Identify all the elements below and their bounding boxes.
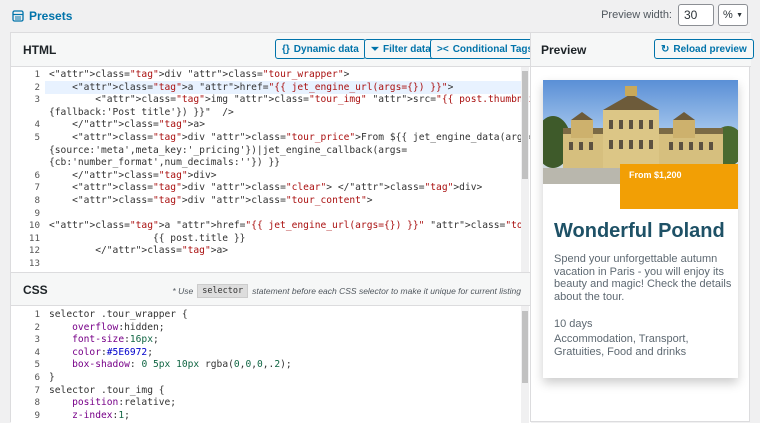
code-line: overflow:hidden;: [72, 321, 165, 333]
html-section-header: HTML {} Dynamic data ⏷ Filter data >< Co…: [11, 33, 541, 67]
code-line: selector .tour_wrapper {: [49, 309, 188, 320]
braces-icon: {}: [282, 43, 290, 55]
shortcode-icon: ><: [437, 43, 449, 55]
note-prefix: * Use: [172, 286, 194, 296]
line-number: 5: [34, 132, 40, 143]
line-number: 6: [34, 372, 40, 383]
css-scrollbar-thumb[interactable]: [522, 311, 528, 383]
code-line: selector .tour_img {: [49, 384, 165, 396]
preview-width-unit-value: %: [723, 9, 733, 21]
line-number: 5: [34, 359, 40, 371]
line-number: 1: [34, 69, 40, 80]
chevron-down-icon: ▼: [736, 11, 743, 19]
css-line-numbers: 123456789: [11, 306, 45, 423]
code-line: {cb:'number_format',num_decimals:''}) }}: [49, 157, 281, 169]
code-line: }: [49, 372, 55, 383]
line-number: 4: [34, 346, 40, 358]
line-number: 2: [34, 321, 40, 333]
code-line: </"attr">class="tag">a>: [49, 245, 229, 257]
preview-panel: Preview ↻ Reload preview From $1,200 Won…: [530, 32, 754, 422]
preview-width-unit-select[interactable]: % ▼: [718, 4, 748, 26]
code-line: {{ post.title }}: [49, 232, 246, 244]
code-line: </"attr">class="tag">a>: [49, 119, 205, 131]
code-line: z-index:1;: [72, 409, 130, 421]
reload-preview-button[interactable]: ↻ Reload preview: [654, 39, 754, 59]
presets-label: Presets: [29, 9, 73, 23]
code-line: <"attr">class="tag">div "attr">class="to…: [49, 195, 373, 206]
line-number: 12: [28, 245, 40, 257]
dynamic-data-label: Dynamic data: [293, 43, 359, 55]
preview-width-input[interactable]: 30: [678, 4, 714, 26]
line-number: 11: [28, 232, 40, 244]
tour-price: From $1,200: [620, 164, 738, 209]
tour-includes: Accommodation, Transport, Gratuities, Fo…: [554, 333, 689, 358]
line-number: 7: [34, 182, 40, 194]
code-line: <"attr">class="tag">div "attr">class="to…: [49, 132, 531, 143]
selector-chip: selector: [197, 284, 249, 298]
note-suffix: statement before each CSS selector to ma…: [252, 286, 521, 296]
code-line: <"attr">class="tag">div "attr">class="to…: [49, 69, 350, 80]
presets-link[interactable]: Presets: [12, 9, 72, 23]
code-line: <"attr">class="tag">img "attr">class="to…: [49, 94, 531, 106]
code-line: color:#5E6972;: [72, 346, 153, 358]
line-number: 6: [34, 169, 40, 181]
presets-icon: [12, 10, 24, 22]
line-number: 8: [34, 195, 40, 206]
code-line: {fallback:'Post title'}) }}" />: [49, 106, 234, 118]
tour-title[interactable]: Wonderful Poland: [554, 220, 725, 243]
html-code-editor[interactable]: 1 2 3 4 5 6 7 8 9 10 11 12 13 <"attr">class="tag">di…: [11, 67, 531, 272]
line-number: 2: [34, 81, 40, 93]
code-line: {source:'meta',meta_key:'_pricing'})|jet…: [49, 144, 408, 156]
html-editor-scrollbar[interactable]: [521, 67, 529, 272]
code-line: position:relative;: [72, 397, 177, 409]
html-scrollbar-thumb[interactable]: [522, 71, 528, 179]
html-line-numbers: 1 2 3 4 5 6 7 8 9 10 11 12 13: [11, 67, 45, 272]
preview-title: Preview: [541, 43, 587, 57]
css-code-editor[interactable]: 123456789 selector .tour_wrapper { overf…: [11, 306, 531, 423]
tour-days: 10 days: [554, 318, 593, 330]
line-number: 1: [34, 309, 40, 320]
line-number: 3: [34, 334, 40, 346]
css-section-header: CSS * Use selector statement before each…: [11, 272, 531, 306]
code-line: <"attr">class="tag">div "attr">class="cl…: [49, 182, 483, 194]
line-number: 13: [28, 258, 40, 269]
line-number: 4: [34, 119, 40, 131]
code-line: box-shadow: 0 5px 10px rgba(0,0,0,.2);: [72, 359, 292, 371]
preview-width-label: Preview width:: [601, 9, 672, 21]
tour-description: Spend your unforgettable autumn vacation…: [554, 253, 732, 303]
filter-data-button[interactable]: ⏷ Filter data: [364, 39, 438, 59]
filter-data-label: Filter data: [383, 43, 431, 55]
css-selector-note: * Use selector statement before each CSS…: [172, 284, 521, 298]
css-section-title: CSS: [23, 283, 48, 297]
line-number: 10: [28, 220, 40, 232]
top-bar: Presets Preview width: 30 % ▼: [0, 0, 760, 32]
code-line: <"attr">class="tag">a "attr">href="{{ je…: [49, 81, 454, 93]
conditional-tags-label: Conditional Tags: [452, 43, 534, 55]
preview-header: Preview ↻ Reload preview: [531, 33, 754, 67]
line-number: 8: [34, 397, 40, 409]
line-number: 9: [34, 207, 40, 219]
code-line: font-size:16px;: [72, 334, 159, 346]
line-number: 7: [34, 384, 40, 396]
dynamic-data-button[interactable]: {} Dynamic data: [275, 39, 366, 59]
reload-preview-label: Reload preview: [673, 43, 747, 55]
editor-panel: HTML {} Dynamic data ⏷ Filter data >< Co…: [10, 32, 541, 423]
code-line: <"attr">class="tag">a "attr">href="{{ je…: [49, 220, 531, 232]
conditional-tags-button[interactable]: >< Conditional Tags: [430, 39, 541, 59]
preview-width-control: Preview width: 30 % ▼: [601, 4, 748, 26]
line-number: 9: [34, 409, 40, 421]
refresh-icon: ↻: [661, 43, 670, 55]
code-line: </"attr">class="tag">div>: [49, 169, 217, 181]
html-section-title: HTML: [23, 43, 57, 57]
line-number: 3: [34, 94, 40, 106]
css-editor-scrollbar[interactable]: [521, 306, 529, 423]
tour-card: From $1,200 Wonderful Poland Spend your …: [543, 80, 738, 378]
filter-icon: ⏷: [371, 43, 379, 55]
